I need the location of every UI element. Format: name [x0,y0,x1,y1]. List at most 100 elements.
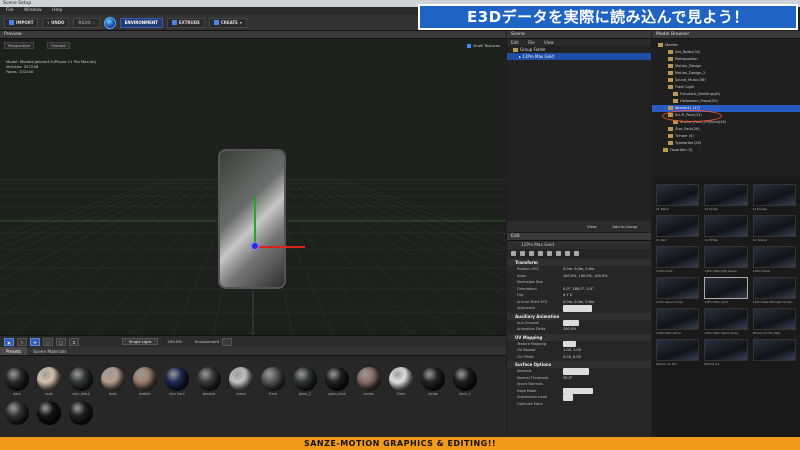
material-swatch[interactable]: glass_2 [292,367,318,396]
model-thumbnail[interactable] [752,339,796,366]
scene-menu-view[interactable]: View [544,40,554,45]
gizmo-center[interactable] [251,242,259,250]
material-swatch[interactable] [36,401,62,426]
phone-model[interactable] [218,149,286,289]
material-swatch[interactable]: body [100,367,126,396]
material-swatch[interactable]: metalic [132,367,158,396]
property-value[interactable]: 30.0° [563,375,573,382]
material-swatch[interactable]: dark [4,367,30,396]
move-icon[interactable]: ✚ [30,337,40,346]
gear-icon[interactable] [574,251,579,256]
camera-icon[interactable]: ▣ [4,337,14,346]
view-mode-select[interactable]: Perspective [4,42,34,49]
model-thumbnail[interactable]: iPhone 11 Pro Max [752,308,796,335]
property-value[interactable]: 100.0% [563,326,576,333]
property-value[interactable]: 0.00, 0.00 [563,354,581,361]
scene-menu-edit[interactable]: Edit [511,40,519,45]
model-thumbnail[interactable]: iPhone 11 Pro [656,339,700,366]
rotate-icon[interactable]: ○ [43,337,53,346]
model-thumbnail[interactable]: 11Pro Max Silver [656,308,700,335]
link-icon[interactable] [529,251,534,256]
scene-menu-file[interactable]: File [528,40,535,45]
image-icon[interactable] [538,251,543,256]
tree-item[interactable]: Models [652,42,800,49]
edit-section-header[interactable]: Surface Options [507,361,651,368]
edit-section-header[interactable]: Auxiliary Animation [507,312,651,320]
extrude-button[interactable]: EXTRUDE [166,17,205,28]
add-icon[interactable] [511,251,516,256]
tab-presets[interactable]: Presets [0,347,28,355]
model-thumbnail[interactable]: 11Pro Silver [752,246,796,273]
tree-item[interactable]: Motion_Design [652,63,800,70]
edit-section-header[interactable]: Transform [507,259,651,266]
environment-button[interactable]: ENVIRONMENT [119,17,163,28]
tree-item[interactable]: Flash Light [652,84,800,91]
tree-item[interactable]: Timber (4) [652,133,800,140]
menu-window[interactable]: Window [24,8,42,13]
model-thumbnail[interactable]: 11 Purple [752,184,796,211]
edit-section-header[interactable]: UV Mapping [507,333,651,341]
tree-item[interactable]: Star_Pack(26) [652,126,800,133]
material-swatch[interactable] [4,401,30,426]
select-arrow-icon[interactable]: ↖ [17,337,27,346]
property-value[interactable]: Model Center [563,305,593,312]
material-swatch[interactable]: Front [260,367,286,396]
model-thumbnail[interactable]: 11 Yellow [752,215,796,242]
layers-icon[interactable] [556,251,561,256]
scale-icon[interactable]: □ [56,337,66,346]
menu-help[interactable]: Help [52,8,62,13]
material-swatch[interactable]: stripe [420,367,446,396]
tree-item[interactable]: Metropolitan [652,56,800,63]
create-button[interactable]: CREATE ▾ [208,17,247,28]
material-swatch[interactable]: bulb [36,367,62,396]
pin-icon[interactable] [547,251,552,256]
model-thumbnail[interactable]: 11 White [704,215,748,242]
gizmo-x-axis[interactable] [255,246,305,248]
model-thumbnail[interactable]: 11Pro Max Space Gray [704,308,748,335]
menu-file[interactable]: File [6,8,14,13]
scene-row-object[interactable]: ▸ 11Pro Max Gold [507,53,651,60]
model-thumbnail[interactable]: 11Pro Gold [656,246,700,273]
material-swatch[interactable]: lens front [164,367,190,396]
sphere-icon[interactable] [565,251,570,256]
material-swatch[interactable] [68,401,94,426]
tree-item[interactable]: Motion_Design_2 [652,70,800,77]
model-thumbnail[interactable]: 11Pro Space Gray [656,277,700,304]
tree-item[interactable]: Set_Notes(34) [652,49,800,56]
material-swatch[interactable]: Flash [388,367,414,396]
property-value[interactable]: 0 [563,394,574,401]
tree-item[interactable]: Typewriter(26) [652,140,800,147]
import-button[interactable]: IMPORT [4,17,39,28]
model-thumbnail[interactable]: 11Pro Max Midnight Green [752,277,796,304]
redo-button[interactable]: REDO › [73,17,100,28]
scene-row-group-folder[interactable]: Group Folder [507,46,651,53]
environment-sphere-icon[interactable] [103,16,116,29]
tree-item[interactable]: Futuristic_Buildings(8) [652,91,800,98]
material-swatch[interactable]: metal [228,367,254,396]
model-thumbnail[interactable]: 11 Black [656,184,700,211]
property-value[interactable]: 100.0%, 100.0%, 100.0% [563,273,608,280]
material-swatch[interactable]: carv_black [68,367,94,396]
zoom-level[interactable]: 100.0% [167,339,181,344]
light-select[interactable]: Single Light [122,338,159,345]
draft-textures-checkbox[interactable]: Draft Textures [467,43,500,48]
tree-item[interactable]: Halloween_Props(29) [652,98,800,105]
tree-item[interactable]: Sound_Music(58) [652,77,800,84]
material-swatch[interactable]: glass_blue [324,367,350,396]
material-swatch[interactable]: screen [356,367,382,396]
model-thumbnail[interactable]: 11 Red [656,215,700,242]
environment-toggle[interactable] [222,337,233,346]
tree-item[interactable]: Favorites (3) [652,147,800,154]
add-to-group-button[interactable]: Add to Group [612,224,637,229]
model-thumbnail[interactable]: 11Pro Max Gold [704,277,748,304]
model-thumbnail[interactable]: 11Pro Midnight Green [704,246,748,273]
grid-icon[interactable]: ⌗ [69,337,79,346]
model-thumbnail[interactable]: iPhone 11 [704,339,748,366]
undo-button[interactable]: ‹ UNDO [42,17,70,28]
model-thumbnail[interactable]: 11 Green [704,184,748,211]
tab-scene-materials[interactable]: Scene Materials [27,347,72,355]
wand-icon[interactable] [520,251,525,256]
material-swatch[interactable]: back_c [452,367,478,396]
material-swatch[interactable]: speaker [196,367,222,396]
gizmo-y-axis[interactable] [254,196,256,246]
